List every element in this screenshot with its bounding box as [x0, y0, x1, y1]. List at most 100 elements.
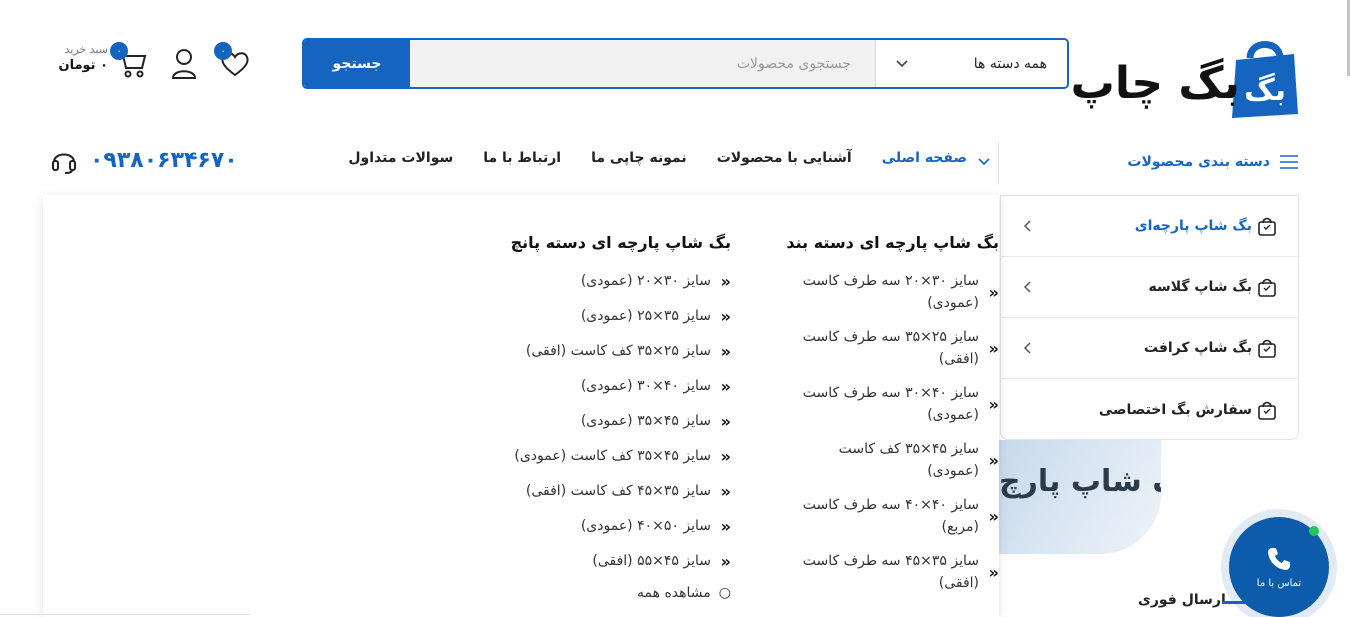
site-logo[interactable]: بگ بگ چاپ — [1071, 28, 1298, 120]
double-chevron-icon: « — [988, 282, 999, 302]
mega-menu-item-label: سایز ۴۵×۳۵ (عمودی) — [580, 413, 711, 429]
cart-caption: سبد خرید — [64, 43, 108, 56]
category-label: بگ شاپ پارچه‌ای — [1134, 218, 1252, 234]
bag-logo-icon: بگ — [1232, 41, 1298, 118]
shopping-bag-icon — [1258, 278, 1276, 297]
promo-banner[interactable]: بگ شاپ پارچ — [999, 440, 1161, 554]
mega-menu-item-label: سایز ۳۵×۴۵ سه طرف کاست (افقی) — [802, 553, 979, 591]
mega-menu-item-label: سایز ۲۵×۳۵ سه طرف کاست (افقی) — [802, 329, 979, 367]
mega-menu-item[interactable]: « سایز ۳۵×۴۵ سه طرف کاست (افقی) — [784, 550, 999, 594]
nav-link-contact[interactable]: ارتباط با ما — [483, 150, 561, 166]
chevron-down-icon — [896, 59, 908, 67]
double-chevron-icon: « — [720, 306, 731, 326]
mega-menu-item[interactable]: « سایز ۴۰×۴۰ سه طرف کاست (مربع) — [784, 494, 999, 538]
see-all-link[interactable]: ○ مشاهده همه — [501, 585, 731, 601]
account-button[interactable] — [170, 48, 198, 80]
category-item-glossy[interactable]: بگ شاپ گلاسه — [1001, 257, 1298, 318]
double-chevron-icon: « — [988, 506, 999, 526]
user-icon — [171, 49, 197, 79]
category-label: بگ شاپ گلاسه — [1148, 279, 1252, 295]
mega-column-title[interactable]: بگ شاپ پارچه ای دسته پانچ — [501, 233, 731, 252]
mega-menu-item[interactable]: « سایز ۴۵×۳۵ (عمودی) — [501, 410, 731, 432]
mega-menu-item[interactable]: « سایز ۴۵×۳۵ کف کاست (عمودی) — [501, 445, 731, 467]
double-chevron-icon: « — [720, 446, 731, 466]
mega-menu-item[interactable]: « سایز ۴۰×۳۰ (عمودی) — [501, 375, 731, 397]
banner-text: بگ شاپ پارچ — [999, 464, 1161, 499]
nav-link-products[interactable]: آشنایی با محصولات — [717, 150, 852, 166]
phone-number: ۰۹۳۸۰۶۳۴۶۷۰ — [90, 147, 238, 173]
mega-menu-item-label: سایز ۳۰×۲۰ (عمودی) — [580, 273, 711, 289]
mega-menu-item-label: سایز ۳۰×۲۰ سه طرف کاست (عمودی) — [802, 273, 979, 311]
feature-label: ارسال فوری — [1138, 592, 1226, 608]
categories-toggle[interactable]: دسته بندی محصولات — [978, 142, 1298, 182]
chevron-down-icon — [978, 158, 990, 166]
mega-menu-item-label: سایز ۳۵×۲۵ (عمودی) — [580, 308, 711, 324]
chevron-left-icon — [1023, 342, 1031, 354]
mega-menu-item[interactable]: « سایز ۴۰×۳۰ سه طرف کاست (عمودی) — [784, 382, 999, 426]
support-phone[interactable]: ۰۹۳۸۰۶۳۴۶۷۰ — [50, 145, 238, 175]
search-bar: همه دسته ها جستجو — [302, 38, 1069, 89]
search-input[interactable] — [410, 40, 875, 87]
mega-menu-item-label: سایز ۴۵×۳۵ کف کاست (عمودی) — [514, 448, 711, 464]
mega-menu-item[interactable]: « سایز ۳۵×۴۵ کف کاست (افقی) — [501, 480, 731, 502]
mega-menu-item[interactable]: « سایز ۵۰×۴۰ (عمودی) — [501, 515, 731, 537]
search-category-select[interactable]: همه دسته ها — [875, 40, 1067, 87]
category-label: سفارش بگ اختصاصی — [1098, 401, 1252, 418]
double-chevron-icon: « — [720, 551, 731, 571]
hamburger-icon — [1280, 155, 1298, 169]
mega-menu-item-label: سایز ۴۰×۳۰ سه طرف کاست (عمودی) — [802, 385, 979, 423]
category-item-kraft[interactable]: بگ شاپ کرافت — [1001, 318, 1298, 379]
mega-menu-item-label: سایز ۲۵×۳۵ کف کاست (افقی) — [525, 343, 711, 359]
mega-menu-item[interactable]: « سایز ۲۵×۳۵ کف کاست (افقی) — [501, 340, 731, 362]
double-chevron-icon: « — [720, 376, 731, 396]
mega-menu-item-label: سایز ۴۵×۵۵ (افقی) — [592, 553, 711, 569]
double-chevron-icon: « — [988, 394, 999, 414]
mega-menu-item[interactable]: « سایز ۴۵×۵۵ (افقی) — [501, 550, 731, 572]
contact-us-label: تماس با ما — [1256, 577, 1302, 589]
mega-menu-item[interactable]: « سایز ۳۰×۲۰ سه طرف کاست (عمودی) — [784, 270, 999, 314]
category-menu: بگ شاپ پارچه‌ای بگ شاپ گلاسه بگ شاپ کراف… — [1000, 195, 1299, 440]
nav-link-samples[interactable]: نمونه چاپی ما — [591, 150, 687, 166]
shopping-bag-icon — [1258, 401, 1276, 420]
double-chevron-icon: « — [988, 338, 999, 358]
shopping-bag-icon — [1258, 217, 1276, 236]
categories-label: دسته بندی محصولات — [1127, 154, 1270, 170]
double-chevron-icon: « — [720, 341, 731, 361]
cart-count-badge: ۰ — [110, 42, 128, 60]
divider — [0, 614, 250, 615]
mega-menu-item[interactable]: « سایز ۴۵×۳۵ کف کاست (عمودی) — [784, 438, 999, 482]
mega-menu-item-label: سایز ۴۰×۴۰ سه طرف کاست (مربع) — [802, 497, 979, 535]
category-label: بگ شاپ کرافت — [1143, 340, 1252, 356]
wishlist-button[interactable]: ۰ — [214, 42, 252, 80]
cart-total: ۰ تومان — [58, 58, 108, 73]
shopping-bag-icon — [1258, 339, 1276, 358]
mega-menu-item-label: سایز ۴۰×۳۰ (عمودی) — [580, 378, 711, 394]
chevron-left-icon — [1023, 281, 1031, 293]
search-category-label: همه دسته ها — [973, 55, 1047, 72]
logo-text: بگ چاپ — [1070, 58, 1242, 109]
category-item-custom-order[interactable]: سفارش بگ اختصاصی — [1001, 379, 1298, 440]
double-chevron-icon: « — [720, 411, 731, 431]
mega-menu-item[interactable]: « سایز ۲۵×۳۵ سه طرف کاست (افقی) — [784, 326, 999, 370]
online-status-dot — [1309, 526, 1319, 536]
cart-button[interactable]: ۰ — [110, 42, 148, 80]
double-chevron-icon: « — [720, 481, 731, 501]
double-chevron-icon: « — [988, 562, 999, 582]
nav-divider — [998, 142, 999, 184]
mega-menu-item-label: سایز ۴۵×۳۵ کف کاست (عمودی) — [838, 441, 979, 479]
mega-menu-item-label: سایز ۵۰×۴۰ (عمودی) — [580, 518, 711, 534]
headset-icon — [52, 153, 76, 174]
svg-text:بگ: بگ — [1244, 72, 1286, 108]
search-button[interactable]: جستجو — [304, 40, 410, 87]
nav-link-home[interactable]: صفحه اصلی — [882, 150, 967, 166]
mega-menu-item[interactable]: « سایز ۳۵×۲۵ (عمودی) — [501, 305, 731, 327]
mega-column-title[interactable]: بگ شاپ پارچه ای دسته بند — [784, 233, 999, 252]
chevron-left-icon — [1023, 220, 1031, 232]
cart-summary[interactable]: سبد خرید ۰ تومان — [58, 43, 108, 73]
circle-icon: ○ — [718, 585, 731, 601]
double-chevron-icon: « — [720, 516, 731, 536]
category-item-fabric[interactable]: بگ شاپ پارچه‌ای — [1001, 196, 1298, 257]
nav-link-faq[interactable]: سوالات متداول — [348, 150, 453, 166]
mega-menu-item[interactable]: « سایز ۳۰×۲۰ (عمودی) — [501, 270, 731, 292]
phone-icon — [1268, 547, 1290, 570]
